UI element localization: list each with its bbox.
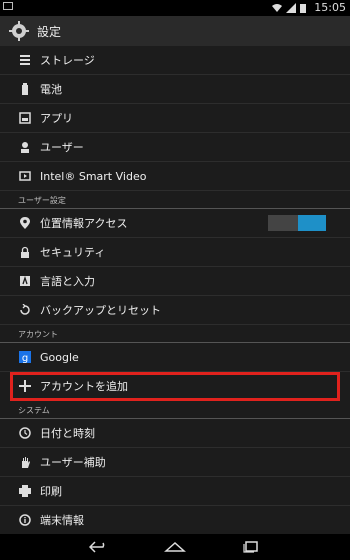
list-item-label: 端末情報 bbox=[40, 514, 84, 527]
hand-icon bbox=[18, 455, 32, 469]
list-item-label: ユーザー補助 bbox=[40, 456, 106, 469]
list-item-accessibility[interactable]: ユーザー補助 bbox=[0, 448, 350, 477]
list-item-label: セキュリティ bbox=[40, 246, 106, 259]
google-icon: g bbox=[18, 350, 32, 364]
lock-icon bbox=[18, 245, 32, 259]
list-item-backup-reset[interactable]: バックアップとリセット bbox=[0, 296, 350, 325]
language-icon bbox=[18, 274, 32, 288]
list-item-storage[interactable]: ストレージ bbox=[0, 46, 350, 75]
clock-icon bbox=[18, 426, 32, 440]
list-item-label: 電池 bbox=[40, 83, 62, 96]
info-icon bbox=[18, 513, 32, 527]
status-time: 15:05 bbox=[314, 1, 346, 14]
wifi-icon bbox=[272, 3, 283, 13]
action-bar: 設定 bbox=[0, 16, 350, 46]
users-icon bbox=[18, 140, 32, 154]
list-item-device-info[interactable]: 端末情報 bbox=[0, 506, 350, 534]
page-title: 設定 bbox=[37, 24, 62, 39]
list-item-label: 位置情報アクセス bbox=[40, 217, 128, 230]
signal-icon bbox=[286, 2, 297, 13]
back-button[interactable] bbox=[87, 539, 111, 555]
list-item-label: アプリ bbox=[40, 112, 73, 125]
home-button[interactable] bbox=[163, 539, 187, 555]
section-header-user-settings: ユーザー設定 bbox=[0, 191, 350, 209]
list-item-security[interactable]: セキュリティ bbox=[0, 238, 350, 267]
toggle-on-indicator bbox=[298, 215, 326, 231]
plus-icon bbox=[18, 379, 32, 393]
section-header-system: システム bbox=[0, 401, 350, 419]
screenshot-notification-icon bbox=[3, 2, 13, 10]
list-item-label: 印刷 bbox=[40, 485, 62, 498]
list-item-label: 日付と時刻 bbox=[40, 427, 95, 440]
status-icons: 15:05 bbox=[272, 1, 346, 14]
list-item-google[interactable]: g Google bbox=[0, 343, 350, 372]
list-item-label: ユーザー bbox=[40, 141, 84, 154]
list-item-label: バックアップとリセット bbox=[40, 304, 161, 317]
navigation-bar bbox=[0, 534, 350, 560]
battery-icon bbox=[18, 82, 32, 96]
list-item-label: Intel® Smart Video bbox=[40, 169, 147, 183]
list-item-print[interactable]: 印刷 bbox=[0, 477, 350, 506]
apps-icon bbox=[18, 111, 32, 125]
status-bar: 15:05 bbox=[0, 0, 350, 16]
list-item-language-input[interactable]: 言語と入力 bbox=[0, 267, 350, 296]
section-header-accounts: アカウント bbox=[0, 325, 350, 343]
location-icon bbox=[18, 216, 32, 230]
settings-list: ストレージ 電池 アプリ ユーザー Intel® Smart Video ユーザ… bbox=[0, 46, 350, 534]
list-item-date-time[interactable]: 日付と時刻 bbox=[0, 419, 350, 448]
svg-text:g: g bbox=[22, 353, 28, 363]
recents-button[interactable] bbox=[239, 539, 263, 555]
list-item-add-account[interactable]: アカウントを追加 bbox=[10, 372, 340, 401]
list-item-label: アカウントを追加 bbox=[40, 380, 128, 393]
battery-status-icon bbox=[300, 3, 310, 13]
list-item-location-access[interactable]: 位置情報アクセス bbox=[0, 209, 350, 238]
backup-icon bbox=[18, 303, 32, 317]
list-item-label: Google bbox=[40, 350, 79, 364]
print-icon bbox=[18, 484, 32, 498]
location-toggle[interactable] bbox=[268, 215, 326, 231]
list-item-label: 言語と入力 bbox=[40, 275, 95, 288]
video-icon bbox=[18, 169, 32, 183]
list-item-label: ストレージ bbox=[40, 54, 95, 67]
list-item-users[interactable]: ユーザー bbox=[0, 133, 350, 162]
gear-icon[interactable] bbox=[8, 20, 30, 42]
list-item-apps[interactable]: アプリ bbox=[0, 104, 350, 133]
list-item-battery[interactable]: 電池 bbox=[0, 75, 350, 104]
storage-icon bbox=[18, 53, 32, 67]
list-item-intel-smart-video[interactable]: Intel® Smart Video bbox=[0, 162, 350, 191]
